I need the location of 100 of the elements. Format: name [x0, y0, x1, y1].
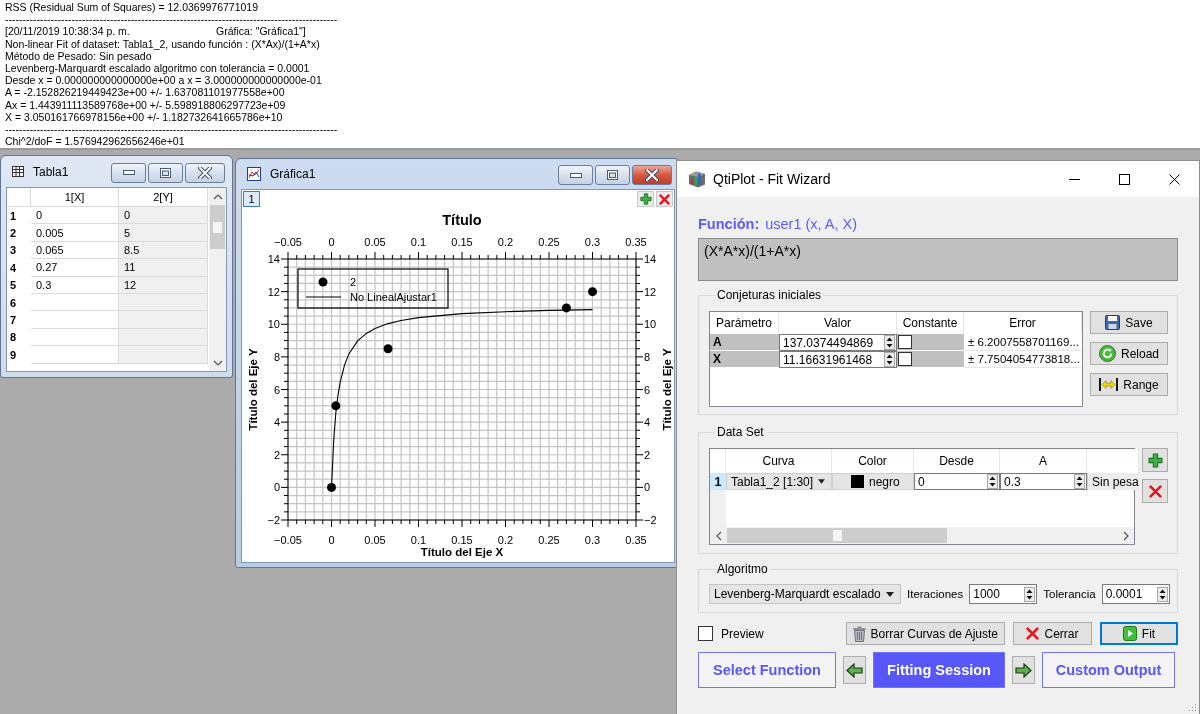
layer-button[interactable]: 1: [243, 191, 260, 207]
table-cell[interactable]: [31, 346, 119, 364]
axis-title: Título del Eje Y: [661, 348, 674, 431]
legend-marker-icon: [318, 277, 328, 287]
remove-layer-button[interactable]: [656, 191, 673, 207]
to-spinbox[interactable]: 0.3: [1000, 473, 1087, 490]
axis-tick-label: 12: [267, 285, 280, 298]
window-title: Tabla1: [33, 164, 69, 179]
axis-tick-label: 0.15: [451, 534, 473, 546]
page-tab[interactable]: Select Function: [698, 652, 836, 688]
scrollbar-thumb[interactable]: [210, 205, 225, 249]
checkbox[interactable]: [898, 335, 912, 349]
page-tab[interactable]: Fitting Session: [873, 652, 1005, 688]
minimize-button[interactable]: [558, 165, 593, 185]
next-button[interactable]: [1012, 656, 1035, 684]
row-number: 2: [9, 226, 18, 242]
maximize-icon: [160, 167, 171, 178]
fit-button[interactable]: Fit: [1100, 622, 1178, 645]
table-cell[interactable]: [119, 311, 208, 329]
row-number: 7: [9, 313, 18, 329]
table-cell[interactable]: 0.005: [31, 224, 119, 242]
maximize-button[interactable]: [148, 162, 183, 183]
legend-label: 2: [350, 276, 357, 288]
iterations-spinbox[interactable]: 1000: [969, 584, 1038, 604]
reload-button[interactable]: Reload: [1090, 342, 1168, 365]
tolerance-spinbox[interactable]: 0.0001: [1101, 584, 1170, 604]
row-number: 4: [9, 260, 18, 276]
log-line: Desde x = 0.000000000000000e+00 a x = 3.000000000000000e-01: [5, 74, 322, 87]
close-button[interactable]: Cerrar: [1013, 622, 1092, 645]
previous-button[interactable]: [843, 656, 866, 684]
weighting-dropdown[interactable]: Sin pesa: [1087, 473, 1139, 490]
table-cell[interactable]: 5: [119, 224, 208, 242]
axis-tick-label: 8: [273, 350, 280, 363]
checkbox[interactable]: [698, 626, 713, 641]
range-button[interactable]: Range: [1090, 373, 1168, 396]
table-cell[interactable]: [31, 311, 119, 329]
log-line: Método de Pesado: Sin pesado: [5, 49, 152, 62]
minimize-button[interactable]: [111, 162, 146, 183]
close-button[interactable]: [632, 165, 672, 185]
row-number: 8: [9, 330, 18, 346]
axis-tick-label: 0.35: [625, 534, 647, 546]
minimize-icon: [122, 170, 135, 175]
maximize-icon: [607, 170, 618, 180]
resize-grip-icon[interactable]: [1189, 703, 1197, 711]
page-tab[interactable]: Custom Output: [1042, 652, 1175, 688]
add-layer-button[interactable]: [637, 191, 654, 207]
axis-tick-label: −2: [267, 514, 280, 526]
close-icon: [645, 169, 659, 181]
formula-field[interactable]: (X*A*x)/(1+A*x): [698, 238, 1178, 281]
row-number: 9: [9, 347, 18, 363]
table-icon: [12, 166, 24, 177]
curve-dropdown[interactable]: Tabla1_2 [1:30]: [726, 473, 832, 490]
axis-title: Título del Eje X: [420, 546, 504, 558]
table-cell[interactable]: [119, 346, 208, 364]
axis-tick-label: 4: [273, 416, 280, 429]
value-spinbox[interactable]: 11.16631961468: [779, 351, 897, 368]
iterations-label: Iteraciones: [907, 588, 964, 600]
table-cell[interactable]: 0.27: [31, 259, 119, 277]
spin-arrows-icon: [884, 352, 895, 367]
table-cell[interactable]: 0: [31, 207, 119, 225]
delete-button[interactable]: [1142, 479, 1168, 503]
value-spinbox[interactable]: 137.0374494869: [779, 334, 897, 351]
axis-tick-label: 0.05: [364, 236, 386, 248]
color-dropdown[interactable]: negro: [832, 473, 914, 490]
axis-tick-label: 0: [328, 236, 335, 248]
scrollbar-thumb[interactable]: [727, 528, 947, 543]
scrollbar[interactable]: [710, 527, 1134, 544]
column-header[interactable]: 1[X]: [31, 188, 119, 207]
error-cell: ± 7.7504054773818...: [964, 351, 1082, 368]
plus-icon: [639, 193, 652, 205]
checkbox[interactable]: [898, 352, 912, 366]
maximize-button[interactable]: [595, 165, 630, 185]
from-spinbox[interactable]: 0: [914, 473, 1000, 490]
axis-tick-label: 0.25: [538, 236, 560, 248]
chevron-down-icon: [212, 358, 223, 367]
play-icon: [1122, 626, 1137, 641]
log-line: -----------------------------------------------------------------------------------------------: [5, 13, 338, 26]
spin-arrows-icon: [987, 474, 998, 489]
window-title: Gráfica1: [270, 167, 316, 181]
axis-tick-label: −0.05: [274, 236, 302, 248]
arrow-right-icon: [1015, 662, 1032, 678]
table-cell[interactable]: 11: [119, 259, 208, 277]
axis-tick-label: 0.2: [497, 534, 514, 546]
algorithm-dropdown[interactable]: Levenberg-Marquardt escalado: [709, 584, 901, 604]
axis-tick-label: −2: [644, 514, 657, 526]
column-header[interactable]: 2[Y]: [119, 188, 208, 207]
clear-fits-button[interactable]: Borrar Curvas de Ajuste: [845, 622, 1005, 645]
add-button[interactable]: [1142, 448, 1168, 472]
axis-tick-label: 4: [644, 416, 651, 429]
legend-label: No LinealAjustar1: [350, 291, 437, 303]
row-header[interactable]: 1: [710, 473, 726, 490]
minimize-icon: [1068, 178, 1080, 180]
axis-tick-label: 2: [644, 448, 651, 461]
table-cell[interactable]: 0: [119, 207, 208, 225]
reload-icon: [1099, 345, 1116, 362]
log-line: Non-linear Fit of dataset: Tabla1_2, usando función : (X*Ax)/(1+A*x): [5, 37, 320, 50]
save-button[interactable]: Save: [1090, 311, 1168, 334]
scrollbar[interactable]: [209, 188, 226, 371]
close-button[interactable]: [185, 162, 225, 183]
row-number: 5: [9, 278, 18, 294]
